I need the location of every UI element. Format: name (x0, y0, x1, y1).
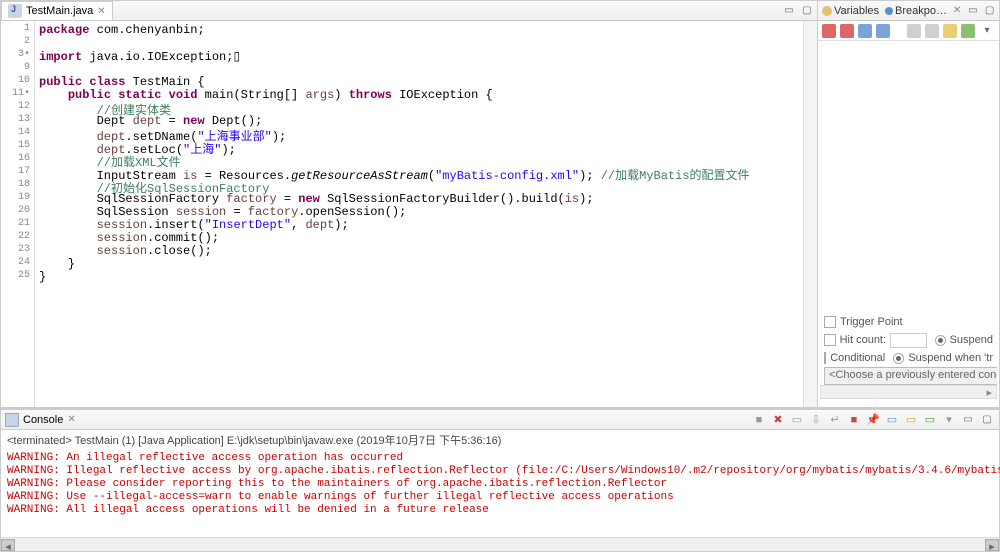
variables-icon (822, 6, 832, 16)
console-status: <terminated> TestMain (1) [Java Applicat… (1, 430, 999, 450)
breakpoint-options: Trigger Point Hit count: Suspend Conditio… (820, 313, 997, 399)
clear-console-icon[interactable]: ▭ (789, 413, 805, 427)
editor-window-controls: ▭ ▢ (781, 3, 815, 17)
breakpoint-icon (885, 7, 893, 15)
goto-breakpoint-icon[interactable] (858, 24, 872, 38)
expand-icon[interactable] (907, 24, 921, 38)
debug-tabbar: Variables Breakpo… ✕ ▭ ▢ (818, 1, 999, 21)
editor-panel: TestMain.java ✕ ▭ ▢ 123•91011•1213141516… (0, 0, 818, 408)
java-file-icon (8, 4, 22, 18)
editor-vertical-scrollbar[interactable] (803, 21, 817, 407)
add-breakpoint-icon[interactable] (961, 24, 975, 38)
editor-tab-label: TestMain.java (26, 5, 93, 17)
remove-breakpoint-icon[interactable] (822, 24, 836, 38)
display-console-icon[interactable]: ▭ (884, 413, 900, 427)
console-tabbar: Console ✕ ■ ✖ ▭ ⇩ ↵ ■ 📌 ▭ ▭ ▭ ▾ ▭ ▢ (1, 410, 999, 430)
remove-launch-icon[interactable]: ■ (751, 413, 767, 427)
suspend-label: Suspend (950, 334, 993, 346)
debug-toolbar: ▾ (818, 21, 999, 41)
console-toolbar: ■ ✖ ▭ ⇩ ↵ ■ 📌 ▭ ▭ ▭ ▾ ▭ ▢ (751, 413, 995, 427)
pin-console-icon[interactable]: 📌 (865, 413, 881, 427)
line-number-gutter: 123•91011•1213141516171819202122232425 (1, 21, 35, 407)
breakpoints-list[interactable] (818, 41, 999, 301)
remove-all-launches-icon[interactable]: ✖ (770, 413, 786, 427)
code-lines[interactable]: package com.chenyanbin;import java.io.IO… (35, 21, 817, 407)
minimize-icon[interactable]: ▭ (960, 413, 976, 427)
trigger-point-label: Trigger Point (840, 316, 903, 328)
link-icon[interactable] (943, 24, 957, 38)
conditional-checkbox[interactable] (824, 352, 826, 364)
close-icon[interactable]: ✕ (97, 6, 105, 17)
minimize-icon[interactable]: ▭ (781, 3, 797, 17)
terminate-icon[interactable]: ■ (846, 413, 862, 427)
editor-tabbar: TestMain.java ✕ ▭ ▢ (1, 1, 817, 21)
word-wrap-icon[interactable]: ↵ (827, 413, 843, 427)
suspend-when-radio[interactable] (893, 353, 904, 364)
collapse-icon[interactable] (925, 24, 939, 38)
scroll-right-icon[interactable]: ▸ (986, 386, 992, 399)
console-icon (5, 413, 19, 427)
editor-tab-testmain[interactable]: TestMain.java ✕ (1, 1, 113, 20)
maximize-icon[interactable]: ▢ (799, 3, 815, 17)
open-console-icon[interactable]: ▭ (903, 413, 919, 427)
code-area[interactable]: 123•91011•1213141516171819202122232425 p… (1, 21, 817, 407)
remove-all-breakpoints-icon[interactable] (840, 24, 854, 38)
scroll-lock-icon[interactable]: ⇩ (808, 413, 824, 427)
debug-panel: Variables Breakpo… ✕ ▭ ▢ ▾ Trigger Point… (818, 0, 1000, 408)
hit-count-label: Hit count: (840, 334, 886, 346)
breakpoints-tab[interactable]: Breakpo… (885, 5, 947, 17)
close-icon[interactable]: ✕ (953, 5, 961, 16)
suspend-when-label: Suspend when 'tr (908, 352, 993, 364)
console-tab-label: Console (23, 414, 63, 426)
minimize-icon[interactable]: ▭ (967, 4, 978, 18)
hit-count-input[interactable] (890, 333, 927, 348)
close-icon[interactable]: ✕ (67, 414, 75, 425)
maximize-icon[interactable]: ▢ (984, 4, 995, 18)
new-console-icon[interactable]: ▭ (922, 413, 938, 427)
condition-combo[interactable]: <Choose a previously entered cond (824, 367, 997, 385)
console-tab[interactable]: Console ✕ (5, 413, 76, 427)
console-panel: Console ✕ ■ ✖ ▭ ⇩ ↵ ■ 📌 ▭ ▭ ▭ ▾ ▭ ▢ <ter… (0, 408, 1000, 552)
hit-count-checkbox[interactable] (824, 334, 836, 346)
conditional-label: Conditional (830, 352, 885, 364)
console-output[interactable]: WARNING: An illegal reflective access op… (1, 450, 999, 519)
maximize-icon[interactable]: ▢ (979, 413, 995, 427)
suspend-radio[interactable] (935, 335, 946, 346)
scroll-left-icon[interactable]: ◂ (1, 539, 15, 551)
console-horizontal-scrollbar[interactable]: ◂ ▸ (1, 537, 999, 551)
variables-tab[interactable]: Variables (822, 5, 879, 17)
scroll-right-icon[interactable]: ▸ (985, 539, 999, 551)
menu-icon[interactable]: ▾ (979, 24, 995, 38)
trigger-point-checkbox[interactable] (824, 316, 836, 328)
menu-icon[interactable]: ▾ (941, 413, 957, 427)
skip-breakpoints-icon[interactable] (876, 24, 890, 38)
